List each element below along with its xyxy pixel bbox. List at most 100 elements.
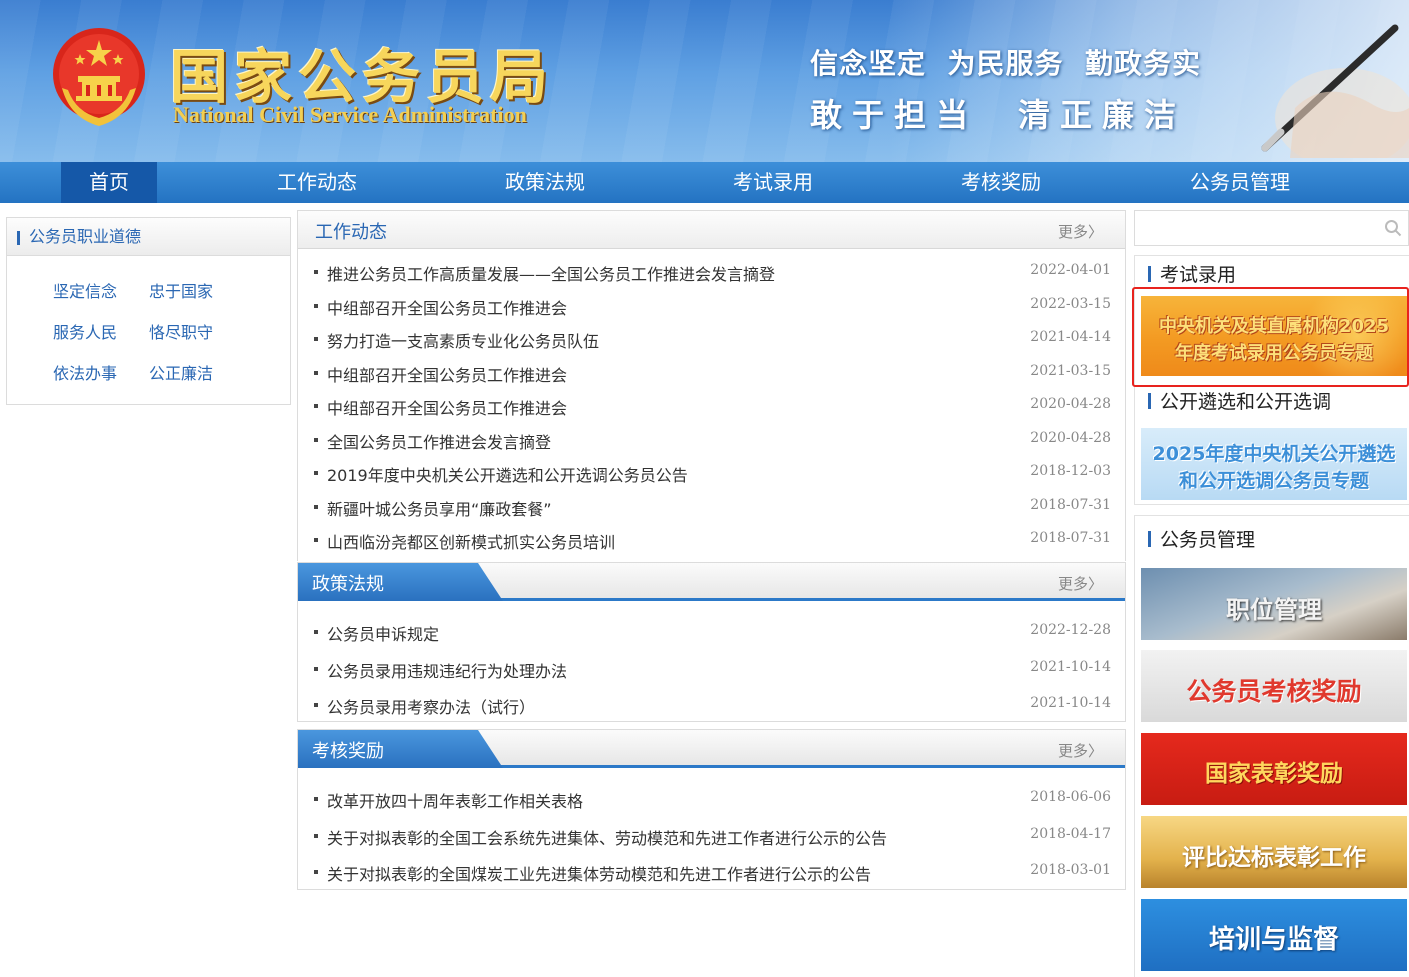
bullet-icon: [314, 370, 318, 375]
title-bar-marker: [1148, 393, 1151, 409]
bullet-icon: [314, 504, 318, 509]
bullet-icon: [314, 404, 318, 408]
title-bar-marker: [17, 231, 20, 245]
banner-label: 公务员考核奖励: [1186, 677, 1362, 706]
policy-panel: 政策法规 更多〉 公务员申诉规定 2022-12-28 公务员录用违规违纪行为处理办…: [297, 562, 1126, 722]
list-item[interactable]: 2019年度中央机关公开遴选和公开选调公务员公告 2018-12-03: [298, 462, 1125, 486]
select-section-title: 公开遴选和公开选调: [1148, 387, 1331, 414]
list-item[interactable]: 公务员录用考察办法（试行） 2021-10-14: [298, 694, 1125, 718]
site-title-en: National Civil Service Administration: [173, 102, 527, 127]
ethics-item[interactable]: 服务人民: [53, 319, 117, 343]
nav-item-management[interactable]: 公务员管理: [1180, 162, 1300, 203]
list-item-date: 2020-04-28: [1030, 429, 1111, 446]
bullet-icon: [314, 538, 318, 542]
list-item-title[interactable]: 新疆叶城公务员享用“廉政套餐”: [327, 496, 552, 520]
nav-item-exam[interactable]: 考试录用: [724, 162, 822, 203]
list-item-title[interactable]: 山西临汾尧都区创新模式抓实公务员培训: [327, 529, 615, 553]
list-item-title[interactable]: 2019年度中央机关公开遴选和公开选调公务员公告: [327, 462, 688, 486]
slogan-line-2: 敢于担当 清正廉洁: [810, 90, 1186, 136]
list-item[interactable]: 全国公务员工作推进会发言摘登 2020-04-28: [298, 429, 1125, 453]
list-item-title[interactable]: 改革开放四十周年表彰工作相关表格: [327, 788, 583, 812]
evaluation-commendation-banner[interactable]: 评比达标表彰工作: [1141, 816, 1407, 888]
search-icon[interactable]: [1384, 219, 1402, 237]
search-input[interactable]: [1141, 217, 1377, 239]
position-management-banner[interactable]: 职位管理: [1141, 568, 1407, 640]
bullet-icon: [314, 703, 318, 707]
exam-section-title: 考试录用: [1148, 260, 1236, 287]
slogan-part-a: 敢于担当: [810, 96, 979, 134]
bullet-icon: [314, 833, 318, 838]
banner-label: 培训与监督: [1208, 925, 1339, 955]
nav-item-work[interactable]: 工作动态: [268, 162, 366, 203]
list-item-title[interactable]: 推进公务员工作高质量发展——全国公务员工作推进会发言摘登: [327, 261, 775, 285]
bullet-icon: [314, 797, 318, 801]
national-emblem-icon[interactable]: [50, 26, 148, 130]
list-item[interactable]: 山西临汾尧都区创新模式抓实公务员培训 2018-07-31: [298, 529, 1125, 553]
slogan-line-1: 信念坚定 为民服务 勤政务实: [810, 47, 1201, 80]
list-item-title[interactable]: 中组部召开全国公务员工作推进会: [327, 362, 567, 386]
nav-item-policy[interactable]: 政策法规: [496, 162, 594, 203]
list-item-title[interactable]: 关于对拟表彰的全国煤炭工业先进集体劳动模范和先进工作者进行公示的公告: [327, 861, 871, 885]
list-item-date: 2018-12-03: [1030, 463, 1111, 479]
ethics-item[interactable]: 依法办事: [53, 360, 117, 384]
list-item[interactable]: 改革开放四十周年表彰工作相关表格 2018-06-06: [298, 788, 1125, 812]
nav-item-home[interactable]: 首页: [61, 162, 157, 203]
list-item[interactable]: 努力打造一支高素质专业化公务员队伍 2021-04-14: [298, 328, 1125, 352]
bullet-icon: [314, 471, 318, 475]
ethics-item[interactable]: 恪尽职守: [149, 319, 213, 343]
work-news-more-link[interactable]: 更多〉: [1058, 221, 1103, 242]
title-bar-marker: [1148, 266, 1151, 282]
ethics-item[interactable]: 公正廉洁: [149, 360, 213, 384]
list-item[interactable]: 关于对拟表彰的全国煤炭工业先进集体劳动模范和先进工作者进行公示的公告 2018-0…: [298, 861, 1125, 885]
list-item-title[interactable]: 努力打造一支高素质专业化公务员队伍: [327, 328, 599, 352]
bullet-icon: [314, 270, 318, 274]
management-section-label: 公务员管理: [1160, 529, 1256, 551]
ethics-item[interactable]: 坚定信念: [53, 278, 117, 302]
list-item[interactable]: 中组部召开全国公务员工作推进会 2020-04-28: [298, 395, 1125, 419]
list-item-date: 2021-10-14: [1030, 695, 1111, 711]
nav-item-reward[interactable]: 考核奖励: [952, 162, 1050, 203]
bullet-icon: [314, 303, 318, 308]
list-item[interactable]: 推进公务员工作高质量发展——全国公务员工作推进会发言摘登 2022-04-01: [298, 261, 1125, 285]
pen-illustration: [1261, 24, 1409, 158]
banner-label: 职位管理: [1226, 596, 1322, 624]
list-item-title[interactable]: 关于对拟表彰的全国工会系统先进集体、劳动模范和先进工作者进行公示的公告: [327, 825, 887, 849]
list-item-date: 2018-04-17: [1030, 825, 1111, 842]
ethics-header: 公务员职业道德: [7, 218, 290, 256]
list-item[interactable]: 新疆叶城公务员享用“廉政套餐” 2018-07-31: [298, 496, 1125, 520]
list-item[interactable]: 公务员录用违规违纪行为处理办法 2021-10-14: [298, 658, 1125, 682]
policy-more-link[interactable]: 更多〉: [1058, 573, 1103, 594]
national-commendation-banner[interactable]: 国家表彰奖励: [1141, 733, 1407, 805]
ethics-item[interactable]: 忠于国家: [149, 278, 213, 302]
reward-more-link[interactable]: 更多〉: [1058, 740, 1103, 761]
select-banner-line2: 和公开选调公务员专题: [1178, 470, 1369, 492]
work-news-title[interactable]: 工作动态: [315, 218, 387, 244]
list-item-title[interactable]: 公务员录用违规违纪行为处理办法: [327, 658, 567, 682]
banner-label: 国家表彰奖励: [1205, 761, 1343, 787]
list-item-title[interactable]: 中组部召开全国公务员工作推进会: [327, 295, 567, 319]
banner-label: 评比达标表彰工作: [1182, 845, 1366, 871]
list-item-title[interactable]: 公务员申诉规定: [327, 621, 439, 645]
work-news-panel: 工作动态 更多〉 推进公务员工作高质量发展——全国公务员工作推进会发言摘登 202…: [297, 210, 1126, 561]
list-item-date: 2021-03-15: [1030, 362, 1111, 379]
list-item[interactable]: 中组部召开全国公务员工作推进会 2021-03-15: [298, 362, 1125, 386]
reward-title[interactable]: 考核奖励: [312, 737, 384, 763]
search-box[interactable]: [1134, 210, 1409, 246]
management-section-title: 公务员管理: [1148, 525, 1255, 552]
list-item-title[interactable]: 全国公务员工作推进会发言摘登: [327, 429, 551, 453]
list-item[interactable]: 关于对拟表彰的全国工会系统先进集体、劳动模范和先进工作者进行公示的公告 2018-…: [298, 825, 1125, 849]
bullet-icon: [314, 630, 318, 634]
main-nav: 首页 工作动态 政策法规 考试录用 考核奖励 公务员管理: [0, 162, 1409, 203]
training-supervision-banner[interactable]: 培训与监督: [1141, 899, 1407, 971]
select-section-label: 公开遴选和公开选调: [1160, 391, 1332, 413]
list-item[interactable]: 中组部召开全国公务员工作推进会 2022-03-15: [298, 295, 1125, 319]
assessment-reward-banner[interactable]: 公务员考核奖励: [1141, 650, 1407, 722]
ethics-title: 公务员职业道德: [29, 227, 142, 246]
reward-header: 考核奖励 更多〉: [298, 730, 1125, 768]
list-item-title[interactable]: 中组部召开全国公务员工作推进会: [327, 395, 567, 419]
list-item-title[interactable]: 公务员录用考察办法（试行）: [327, 694, 535, 718]
list-item[interactable]: 公务员申诉规定 2022-12-28: [298, 621, 1125, 645]
select-banner[interactable]: 2025年度中央机关公开遴选 和公开选调公务员专题: [1141, 428, 1407, 500]
select-banner-line1: 2025年度中央机关公开遴选: [1152, 443, 1396, 465]
policy-title[interactable]: 政策法规: [312, 570, 384, 596]
